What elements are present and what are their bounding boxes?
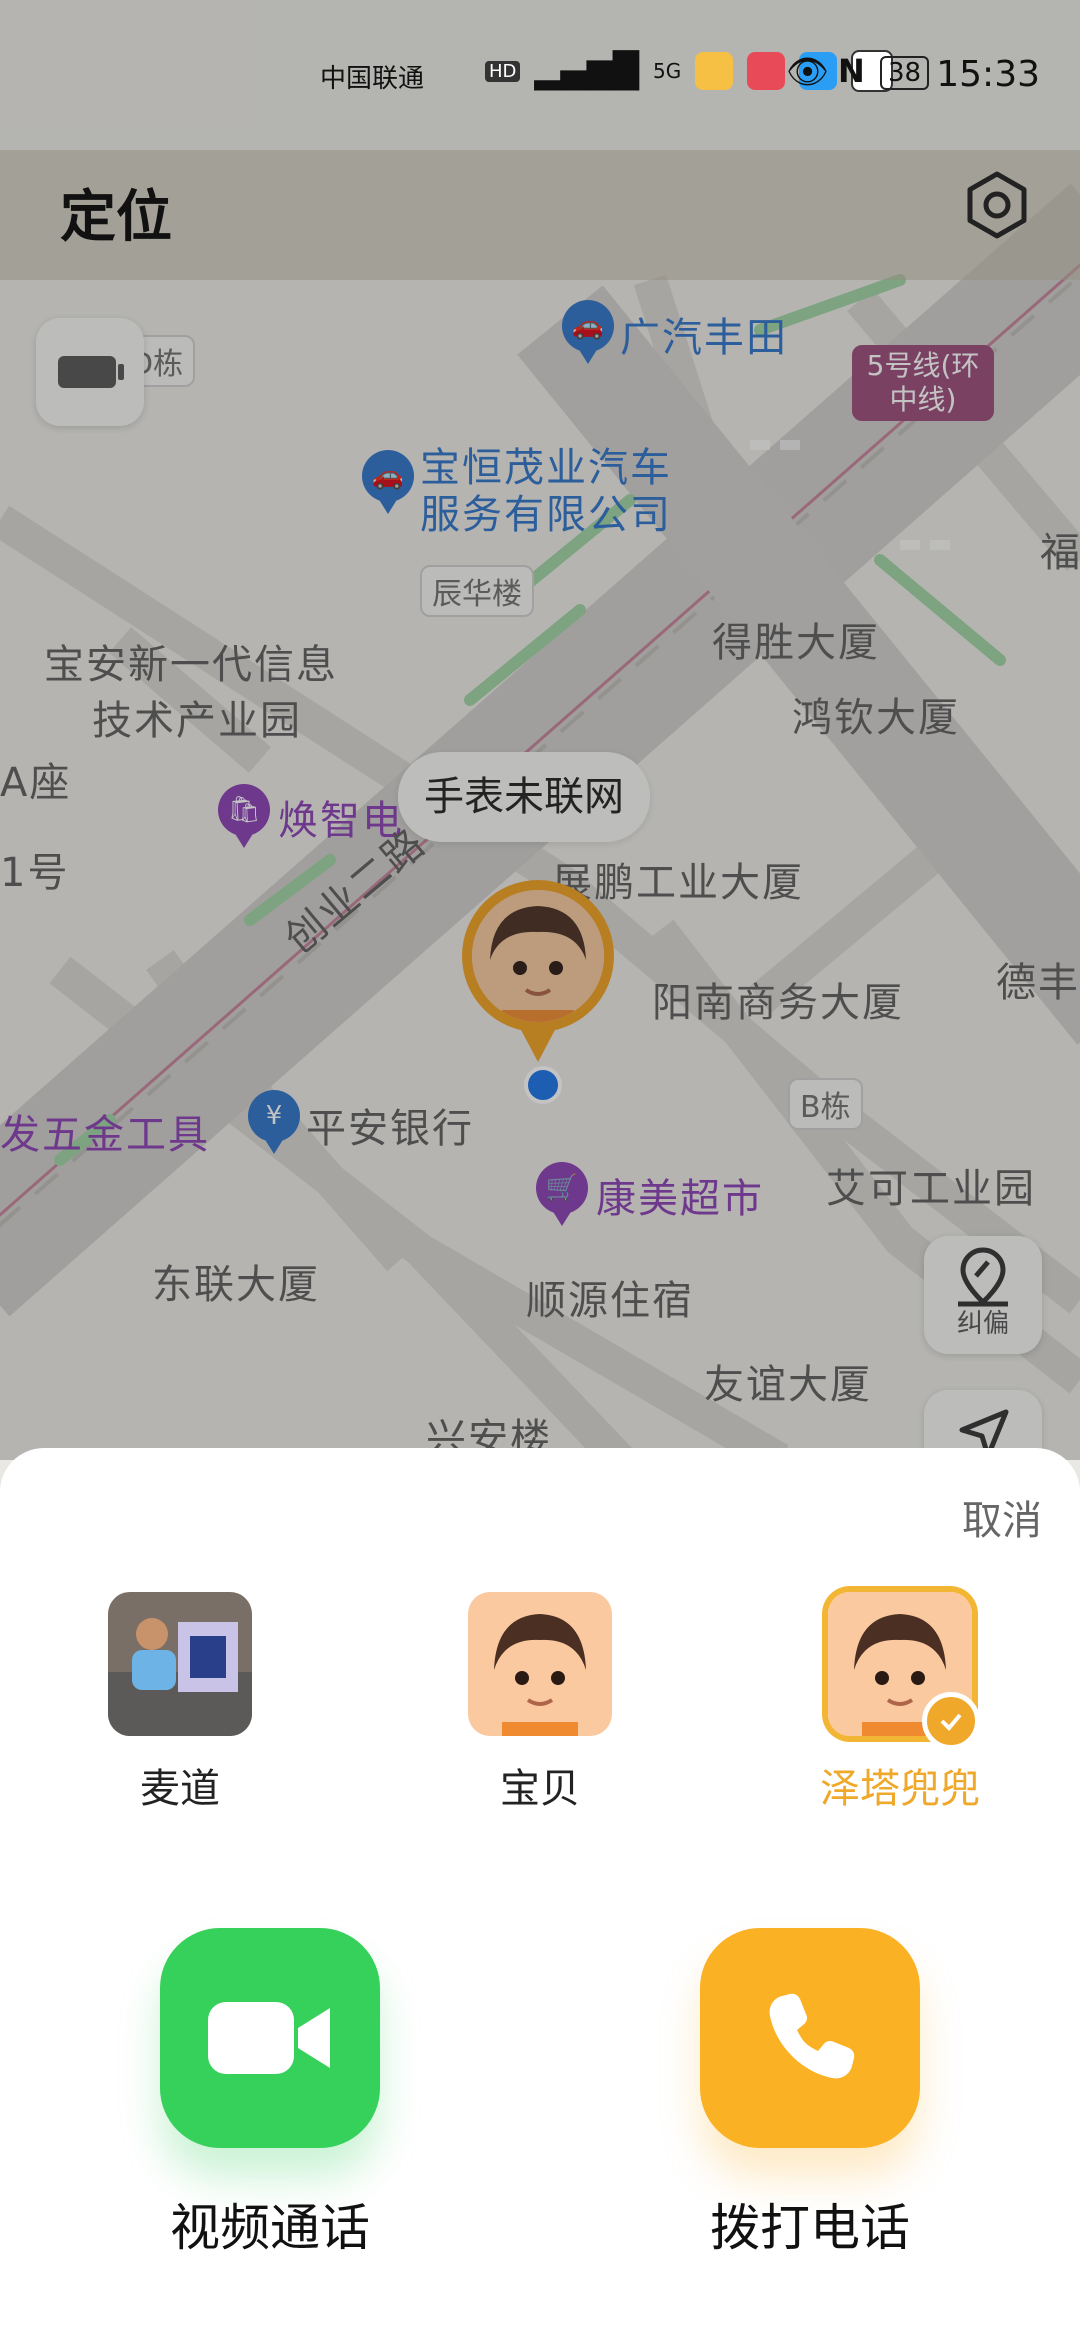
member-name: 麦道 bbox=[140, 1766, 220, 1812]
clock: 15:33 bbox=[936, 54, 1040, 95]
nfc-icon: N bbox=[838, 52, 865, 90]
member-avatar bbox=[468, 1592, 612, 1736]
video-call-button[interactable]: 视频通话 bbox=[140, 1928, 400, 2260]
status-bar: 中国联通 HD ▂▄▆█ 5G 👁 N 38 15:33 bbox=[0, 0, 1080, 150]
member-name: 泽塔兜兜 bbox=[820, 1766, 980, 1812]
selected-check-icon bbox=[922, 1692, 980, 1750]
page-title: 定位 bbox=[60, 185, 172, 250]
carrier-label: 中国联通 bbox=[320, 64, 425, 94]
battery-level: 38 bbox=[880, 56, 930, 90]
video-call-tile[interactable] bbox=[160, 1928, 380, 2148]
video-camera-icon bbox=[208, 2002, 330, 2074]
contact-sheet: 取消 麦道 宝贝 泽塔兜兜 视频通话 拨打电话 bbox=[0, 1448, 1080, 2340]
member-item[interactable]: 宝贝 bbox=[440, 1592, 640, 1814]
status-icons: HD ▂▄▆█ 5G bbox=[485, 50, 894, 92]
signal-icon: ▂▄▆█ bbox=[534, 51, 639, 91]
member-name: 宝贝 bbox=[500, 1766, 580, 1812]
store-notification-icon bbox=[747, 52, 786, 90]
cancel-button[interactable]: 取消 bbox=[962, 1488, 1042, 1546]
eye-icon: 👁 bbox=[786, 52, 830, 92]
video-call-label: 视频通话 bbox=[170, 2199, 370, 2257]
phone-icon bbox=[769, 1993, 855, 2079]
phone-call-tile[interactable] bbox=[700, 1928, 920, 2148]
member-item[interactable]: 麦道 bbox=[80, 1592, 280, 1814]
settings-icon[interactable] bbox=[962, 170, 1032, 240]
member-avatar bbox=[108, 1592, 252, 1736]
app-header: 定位 bbox=[0, 150, 1080, 280]
network-type-label: 5G bbox=[653, 59, 682, 83]
phone-call-label: 拨打电话 bbox=[710, 2199, 910, 2257]
phone-call-button[interactable]: 拨打电话 bbox=[680, 1928, 940, 2260]
member-item-selected[interactable]: 泽塔兜兜 bbox=[800, 1592, 1000, 1814]
hd-icon: HD bbox=[485, 60, 521, 82]
app-notification-icon bbox=[695, 52, 734, 90]
